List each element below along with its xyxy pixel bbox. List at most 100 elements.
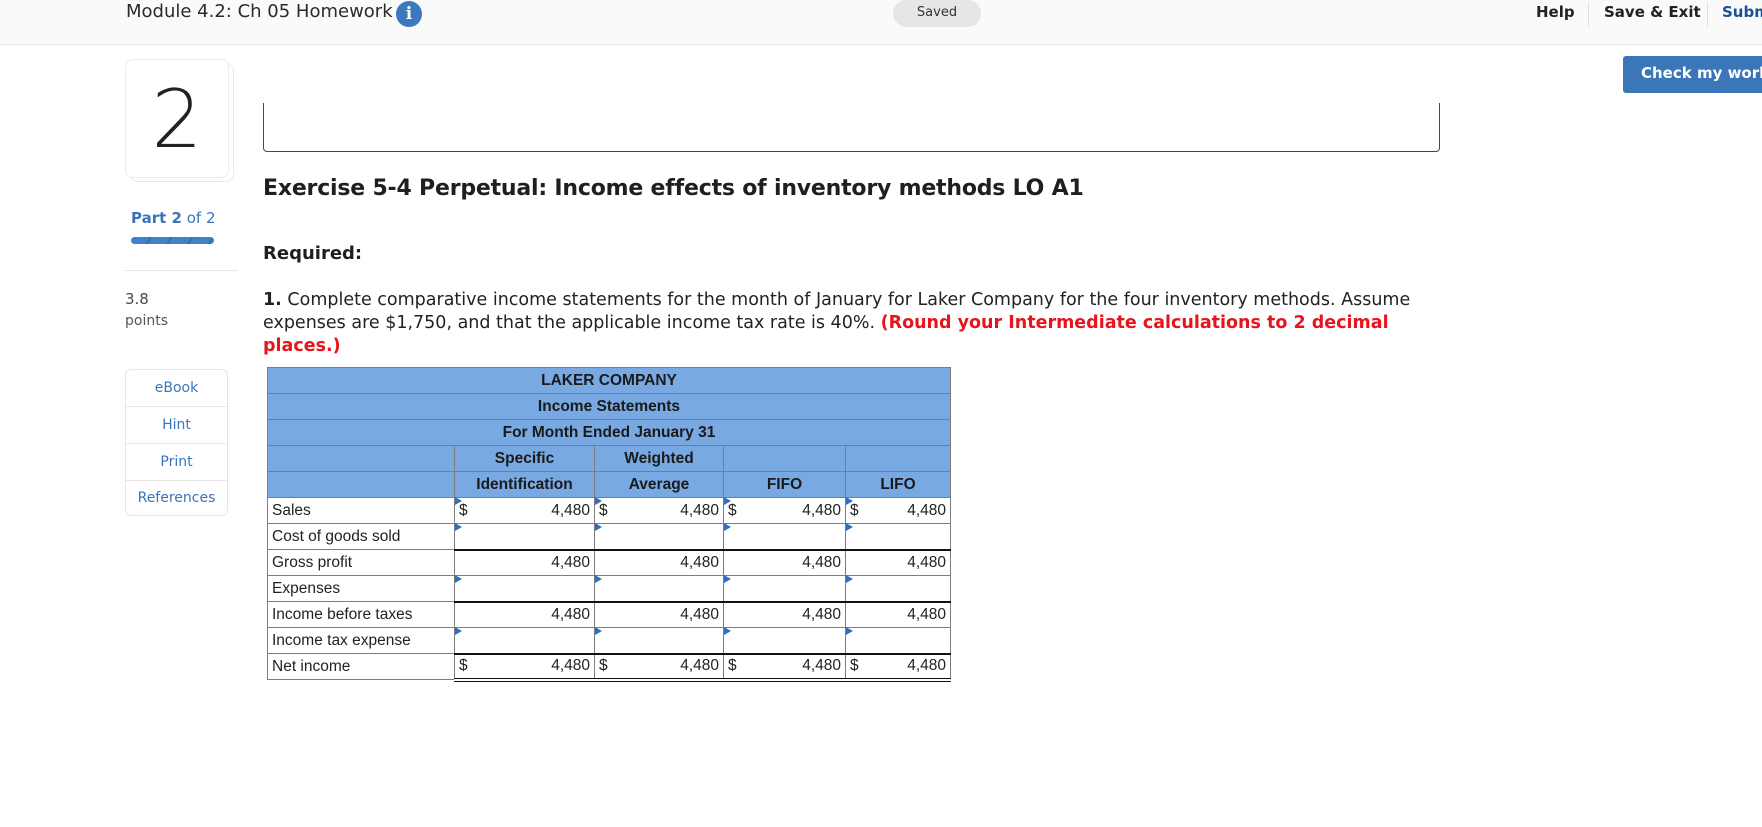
cogs-fifo-input[interactable] [723,523,846,550]
table-row-expenses: Expenses [267,575,951,602]
row-label: Gross profit [267,549,455,576]
statement-period: For Month Ended January 31 [267,419,951,446]
currency-symbol: $ [599,501,608,519]
tax-lifo-input[interactable] [845,627,951,654]
col-header-fifo-1 [723,445,846,472]
points-value: 3.8 [125,290,149,308]
tax-fifo-input[interactable] [723,627,846,654]
info-icon[interactable]: i [396,1,422,27]
part-suffix: of 2 [186,209,216,227]
answer-container [263,103,1440,152]
currency-symbol: $ [728,501,737,519]
required-label: Required: [263,243,363,264]
row-label: Sales [267,497,455,524]
rail-divider [125,270,238,271]
row-label: Cost of goods sold [267,523,455,550]
cell-value: 4,480 [680,501,719,519]
income-statement-table: LAKER COMPANY Income Statements For Mont… [267,367,951,682]
cell-value: 4,480 [907,501,946,519]
gross-profit-weighted: 4,480 [594,548,724,576]
header-blank [267,471,455,498]
tax-weighted-input[interactable] [594,627,724,654]
header-blank [267,445,455,472]
module-title: Module 4.2: Ch 05 Homework [126,1,393,22]
saved-status-badge: Saved [893,0,981,27]
points-label: points [125,313,168,329]
col-header-specific-1: Specific [454,445,595,472]
table-row-income-tax: Income tax expense [267,627,951,654]
currency-symbol: $ [850,657,859,674]
question-number: 2 [125,59,229,178]
part-current: 2 [171,209,182,227]
sales-specific-input[interactable]: $4,480 [454,497,595,524]
table-row-income-before-taxes: Income before taxes 4,480 4,480 4,480 4,… [267,600,951,628]
sales-weighted-input[interactable]: $4,480 [594,497,724,524]
cell-value: 4,480 [802,501,841,519]
top-bar: Module 4.2: Ch 05 Homework i Saved Help … [0,0,1762,45]
cell-value: 4,480 [907,657,946,674]
header-divider [1707,2,1708,28]
part-indicator: Part 2 of 2 [131,209,216,227]
col-header-lifo-1 [845,445,951,472]
save-exit-link[interactable]: Save & Exit [1604,3,1701,21]
help-link[interactable]: Help [1536,3,1575,21]
gross-profit-specific: 4,480 [454,548,595,576]
currency-symbol: $ [459,657,468,674]
expenses-weighted-input[interactable] [594,575,724,602]
statement-title: Income Statements [267,393,951,420]
part-progress-bar [131,237,214,244]
tools-menu: eBook Hint Print References [125,369,228,516]
currency-symbol: $ [728,657,737,674]
row-label: Income before taxes [267,601,455,628]
row-label: Income tax expense [267,627,455,654]
cell-value: 4,480 [802,657,841,674]
col-header-weighted-1: Weighted [594,445,724,472]
expenses-specific-input[interactable] [454,575,595,602]
table-row-net-income: Net income $4,480 $4,480 $4,480 $4,480 [267,652,951,682]
net-income-fifo: $4,480 [723,652,846,682]
part-prefix: Part [131,209,167,227]
submit-link[interactable]: Subm [1722,3,1762,21]
references-button[interactable]: References [126,481,227,515]
col-header-lifo-2: LIFO [845,471,951,498]
net-income-lifo: $4,480 [845,652,951,682]
col-header-fifo-2: FIFO [723,471,846,498]
expenses-lifo-input[interactable] [845,575,951,602]
tax-specific-input[interactable] [454,627,595,654]
row-label: Expenses [267,575,455,602]
print-button[interactable]: Print [126,444,227,481]
table-row-sales: Sales $4,480 $4,480 $4,480 $4,480 [267,497,951,524]
currency-symbol: $ [850,501,859,519]
ebook-button[interactable]: eBook [126,370,227,407]
company-name: LAKER COMPANY [267,367,951,394]
currency-symbol: $ [599,657,608,674]
net-income-specific: $4,480 [454,652,595,682]
cogs-weighted-input[interactable] [594,523,724,550]
gross-profit-lifo: 4,480 [845,548,951,576]
col-header-weighted-2: Average [594,471,724,498]
header-divider [1588,2,1589,28]
row-label: Net income [267,653,455,680]
gross-profit-fifo: 4,480 [723,548,846,576]
table-row-cogs: Cost of goods sold [267,523,951,550]
ibt-fifo: 4,480 [723,600,846,628]
exercise-title: Exercise 5-4 Perpetual: Income effects o… [263,176,1084,201]
ibt-lifo: 4,480 [845,600,951,628]
currency-symbol: $ [459,501,468,519]
instruction-number: 1. [263,290,282,310]
col-header-specific-2: Identification [454,471,595,498]
sales-fifo-input[interactable]: $4,480 [723,497,846,524]
expenses-fifo-input[interactable] [723,575,846,602]
sales-lifo-input[interactable]: $4,480 [845,497,951,524]
cogs-specific-input[interactable] [454,523,595,550]
ibt-specific: 4,480 [454,600,595,628]
cell-value: 4,480 [680,657,719,674]
cell-value: 4,480 [551,501,590,519]
instructions: 1. Complete comparative income statement… [263,289,1413,358]
ibt-weighted: 4,480 [594,600,724,628]
cell-value: 4,480 [551,657,590,674]
cogs-lifo-input[interactable] [845,523,951,550]
check-my-work-button[interactable]: Check my work [1623,56,1762,93]
hint-button[interactable]: Hint [126,407,227,444]
net-income-weighted: $4,480 [594,652,724,682]
